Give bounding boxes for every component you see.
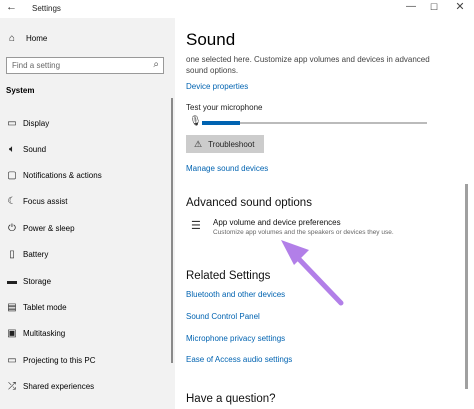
minimize-icon[interactable]: — — [403, 1, 419, 12]
sidebar-item-label: Projecting to this PC — [23, 355, 96, 365]
maximize-icon[interactable]: ☐ — [426, 2, 442, 13]
sidebar-scrollbar[interactable] — [171, 98, 173, 363]
microphone-level-fill — [202, 121, 241, 125]
tablet-icon: ▤ — [7, 301, 17, 313]
troubleshoot-label: Troubleshoot — [208, 139, 255, 149]
sidebar-item-tablet-mode[interactable]: ▤ Tablet mode — [6, 300, 67, 314]
sidebar-item-focus-assist[interactable]: ☾ Focus assist — [6, 194, 68, 208]
sidebar-item-label: Display — [23, 118, 50, 128]
title-bar: ← Settings — ☐ ✕ — [0, 0, 474, 18]
troubleshoot-button[interactable]: ⚠ Troubleshoot — [186, 135, 264, 153]
app-volume-description: Customize app volumes and the speakers o… — [213, 229, 394, 236]
storage-icon: ▬ — [7, 275, 17, 287]
sidebar-home-label: Home — [26, 34, 48, 43]
sidebar-item-label: Sound — [23, 144, 47, 154]
warning-icon: ⚠ — [194, 138, 203, 149]
sidebar-item-storage[interactable]: ▬ Storage — [6, 274, 51, 288]
microphone-level-bar — [202, 121, 427, 125]
sidebar-section-title: System — [6, 86, 35, 95]
shared-icon: ⤮ — [8, 380, 16, 392]
sidebar-item-label: Power & sleep — [23, 223, 75, 233]
sidebar-item-projecting[interactable]: ▭ Projecting to this PC — [6, 353, 95, 367]
speaker-icon: 🔈︎ — [9, 143, 15, 155]
device-properties-link[interactable]: Device properties — [186, 82, 248, 91]
sidebar-item-label: Storage — [23, 276, 52, 286]
related-link-bluetooth[interactable]: Bluetooth and other devices — [186, 290, 285, 299]
moon-icon: ☾ — [7, 195, 17, 207]
microphone-icon: 🎙︎ — [189, 116, 202, 127]
main-scrollbar[interactable] — [465, 184, 468, 389]
app-volume-title: App volume and device preferences — [213, 218, 341, 227]
display-icon: ▭ — [7, 117, 17, 129]
sidebar: ⌂ Home Find a setting ⌕ System ▭ Display… — [0, 18, 175, 409]
related-link-microphone-privacy[interactable]: Microphone privacy settings — [186, 334, 285, 343]
battery-icon: ▯ — [9, 248, 15, 260]
multitasking-icon: ▣ — [7, 327, 17, 339]
projecting-icon: ▭ — [7, 354, 17, 366]
page-description: one selected here. Customize app volumes… — [186, 55, 430, 75]
app-volume-preferences-item[interactable]: ☰ App volume and device preferences Cust… — [191, 218, 394, 236]
sidebar-item-display[interactable]: ▭ Display — [6, 116, 49, 130]
main-content: Sound one selected here. Customize app v… — [175, 18, 474, 409]
question-heading: Have a question? — [186, 393, 276, 405]
sidebar-item-label: Notifications & actions — [23, 170, 102, 180]
notification-icon: ▢ — [7, 169, 17, 181]
sidebar-item-battery[interactable]: ▯ Battery — [6, 247, 48, 261]
advanced-sound-heading: Advanced sound options — [186, 197, 312, 209]
search-placeholder: Find a setting — [12, 61, 61, 70]
sidebar-item-notifications[interactable]: ▢ Notifications & actions — [6, 168, 102, 182]
back-arrow-icon[interactable]: ← — [6, 1, 17, 13]
sidebar-home[interactable]: ⌂ Home — [6, 33, 47, 44]
sidebar-item-label: Multitasking — [23, 328, 66, 338]
close-icon[interactable]: ✕ — [452, 0, 468, 13]
sidebar-item-label: Focus assist — [23, 196, 68, 206]
sidebar-item-label: Battery — [23, 249, 49, 259]
sidebar-item-sound[interactable]: 🔈︎ Sound — [6, 142, 46, 156]
sidebar-item-power-sleep[interactable]: ⏻ Power & sleep — [6, 221, 75, 235]
manage-sound-devices-link[interactable]: Manage sound devices — [186, 164, 268, 173]
power-icon: ⏻ — [8, 222, 16, 234]
page-title: Sound — [186, 30, 236, 49]
search-input[interactable]: Find a setting ⌕ — [6, 57, 164, 74]
related-settings-heading: Related Settings — [186, 270, 271, 282]
window-title: Settings — [32, 4, 61, 13]
test-microphone-label: Test your microphone — [186, 103, 263, 112]
sidebar-item-label: Shared experiences — [23, 381, 95, 391]
home-icon: ⌂ — [8, 33, 16, 44]
search-icon[interactable]: ⌕ — [153, 59, 159, 70]
sidebar-item-shared-experiences[interactable]: ⤮ Shared experiences — [6, 379, 94, 393]
sidebar-item-multitasking[interactable]: ▣ Multitasking — [6, 326, 65, 340]
related-link-ease-of-access-audio[interactable]: Ease of Access audio settings — [186, 355, 292, 364]
sliders-icon: ☰ — [191, 220, 201, 232]
related-link-sound-control-panel[interactable]: Sound Control Panel — [186, 312, 260, 321]
sidebar-item-label: Tablet mode — [23, 302, 67, 312]
